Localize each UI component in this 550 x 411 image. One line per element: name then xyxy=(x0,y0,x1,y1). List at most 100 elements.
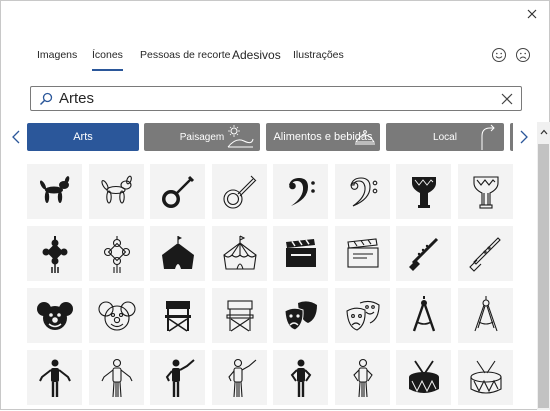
bass-clef-icon xyxy=(288,177,315,206)
clear-icon xyxy=(501,93,513,105)
conductor-icon xyxy=(165,358,195,397)
circus-tent-outline-icon xyxy=(222,235,257,270)
director-chair-outline-icon xyxy=(225,299,254,331)
icon-tile[interactable] xyxy=(27,226,82,281)
caret-up-icon xyxy=(540,129,547,135)
landscape-icon xyxy=(227,125,254,148)
icon-tile[interactable] xyxy=(273,164,328,219)
drafting-compass-outline-icon xyxy=(473,295,498,331)
theater-masks-icon xyxy=(283,300,317,331)
category-paisagem[interactable]: Paisagem xyxy=(144,123,260,151)
search-icon xyxy=(39,92,53,106)
close-button[interactable] xyxy=(521,4,543,24)
snare-drum-icon xyxy=(408,360,439,393)
icon-tile[interactable] xyxy=(335,350,390,405)
category-label: Alimentos e bebidas xyxy=(273,131,373,143)
mannequin-pose-outline-icon xyxy=(352,358,373,397)
icon-tile[interactable] xyxy=(212,350,267,405)
mannequin-pose-icon xyxy=(290,359,311,397)
category-prev-button[interactable] xyxy=(9,127,23,147)
icon-tile[interactable] xyxy=(396,350,451,405)
tab-pessoas-de-recorte[interactable]: Pessoas de recorte xyxy=(140,49,230,61)
icon-tile[interactable] xyxy=(89,350,144,405)
icon-tile[interactable] xyxy=(396,164,451,219)
tab-imagens[interactable]: Imagens xyxy=(37,49,77,61)
search-box xyxy=(30,86,522,111)
clown-face-outline-icon xyxy=(97,300,136,331)
mannequin-icon xyxy=(38,359,71,397)
vertical-scrollbar[interactable] xyxy=(537,122,550,410)
turn-arrow-icon xyxy=(481,124,495,150)
clarinet-outline-icon xyxy=(468,236,501,272)
icon-tile[interactable] xyxy=(212,164,267,219)
icon-tile[interactable] xyxy=(335,164,390,219)
icon-tile[interactable] xyxy=(396,226,451,281)
balloon-dog-outline-icon xyxy=(100,175,132,204)
chevron-right-icon xyxy=(520,130,528,144)
snare-drum-outline-icon xyxy=(469,360,502,394)
scroll-thumb[interactable] xyxy=(538,144,549,408)
icon-tile[interactable] xyxy=(335,288,390,343)
icon-tile[interactable] xyxy=(89,288,144,343)
category-label: Paisagem xyxy=(179,131,225,143)
icon-tile[interactable] xyxy=(212,288,267,343)
category-strip: Arts Paisagem Alimentos e bebidas Local xyxy=(27,123,513,152)
balloon-dog-icon xyxy=(39,175,69,203)
tab-ilustracoes[interactable]: Ilustrações xyxy=(293,49,344,61)
smile-icon xyxy=(492,48,506,62)
icon-tile[interactable] xyxy=(89,164,144,219)
category-label: Arts xyxy=(73,131,93,143)
circus-tent-icon xyxy=(161,235,194,269)
icon-tile[interactable] xyxy=(273,226,328,281)
clapperboard-outline-icon xyxy=(346,237,379,268)
icon-tile[interactable] xyxy=(212,226,267,281)
category-local[interactable]: Local xyxy=(386,123,504,151)
icon-tile[interactable] xyxy=(396,288,451,343)
category-arts[interactable]: Arts xyxy=(27,123,139,151)
category-next-button[interactable] xyxy=(517,127,531,147)
icon-tile[interactable] xyxy=(27,350,82,405)
frown-feedback-button[interactable] xyxy=(515,47,531,63)
icon-tile[interactable] xyxy=(27,288,82,343)
icon-tile[interactable] xyxy=(273,350,328,405)
icon-tile[interactable] xyxy=(458,226,513,281)
banjo-icon xyxy=(161,175,194,208)
clown-face-icon xyxy=(36,301,73,330)
icon-tile[interactable] xyxy=(150,350,205,405)
category-label: Local xyxy=(433,131,457,143)
conductor-outline-icon xyxy=(227,358,256,397)
search-input[interactable] xyxy=(59,88,499,109)
djembe-icon xyxy=(411,176,436,208)
banjo-outline-icon xyxy=(222,175,256,209)
clarinet-icon xyxy=(408,237,438,271)
tab-icones[interactable]: Ícones xyxy=(92,49,123,71)
icon-tile[interactable] xyxy=(335,226,390,281)
director-chair-icon xyxy=(164,300,191,332)
tab-adesivos[interactable]: Adesivos xyxy=(232,48,281,62)
chinese-knot-outline-icon xyxy=(103,235,130,273)
icon-tile[interactable] xyxy=(458,288,513,343)
icon-grid xyxy=(27,164,523,411)
smile-feedback-button[interactable] xyxy=(491,47,507,63)
category-next-partial[interactable] xyxy=(510,123,513,151)
icon-tile[interactable] xyxy=(458,164,513,219)
icon-tile[interactable] xyxy=(150,164,205,219)
close-icon xyxy=(527,9,537,19)
category-alimentos-e-bebidas[interactable]: Alimentos e bebidas xyxy=(266,123,380,151)
djembe-outline-icon xyxy=(472,175,499,209)
clapperboard-icon xyxy=(285,238,316,267)
frown-icon xyxy=(516,48,530,62)
insert-icons-dialog: Imagens Ícones Pessoas de recorte Adesiv… xyxy=(0,0,550,410)
clear-search-button[interactable] xyxy=(500,92,514,106)
icon-tile[interactable] xyxy=(27,164,82,219)
bass-clef-outline-icon xyxy=(349,176,377,207)
icon-tile[interactable] xyxy=(89,226,144,281)
icon-tile[interactable] xyxy=(458,350,513,405)
chinese-knot-icon xyxy=(42,235,67,273)
icon-tile[interactable] xyxy=(150,288,205,343)
icon-tile[interactable] xyxy=(273,288,328,343)
scroll-up-button[interactable] xyxy=(537,122,550,142)
mannequin-outline-icon xyxy=(101,358,132,397)
icon-tile[interactable] xyxy=(150,226,205,281)
drafting-compass-icon xyxy=(412,295,435,331)
